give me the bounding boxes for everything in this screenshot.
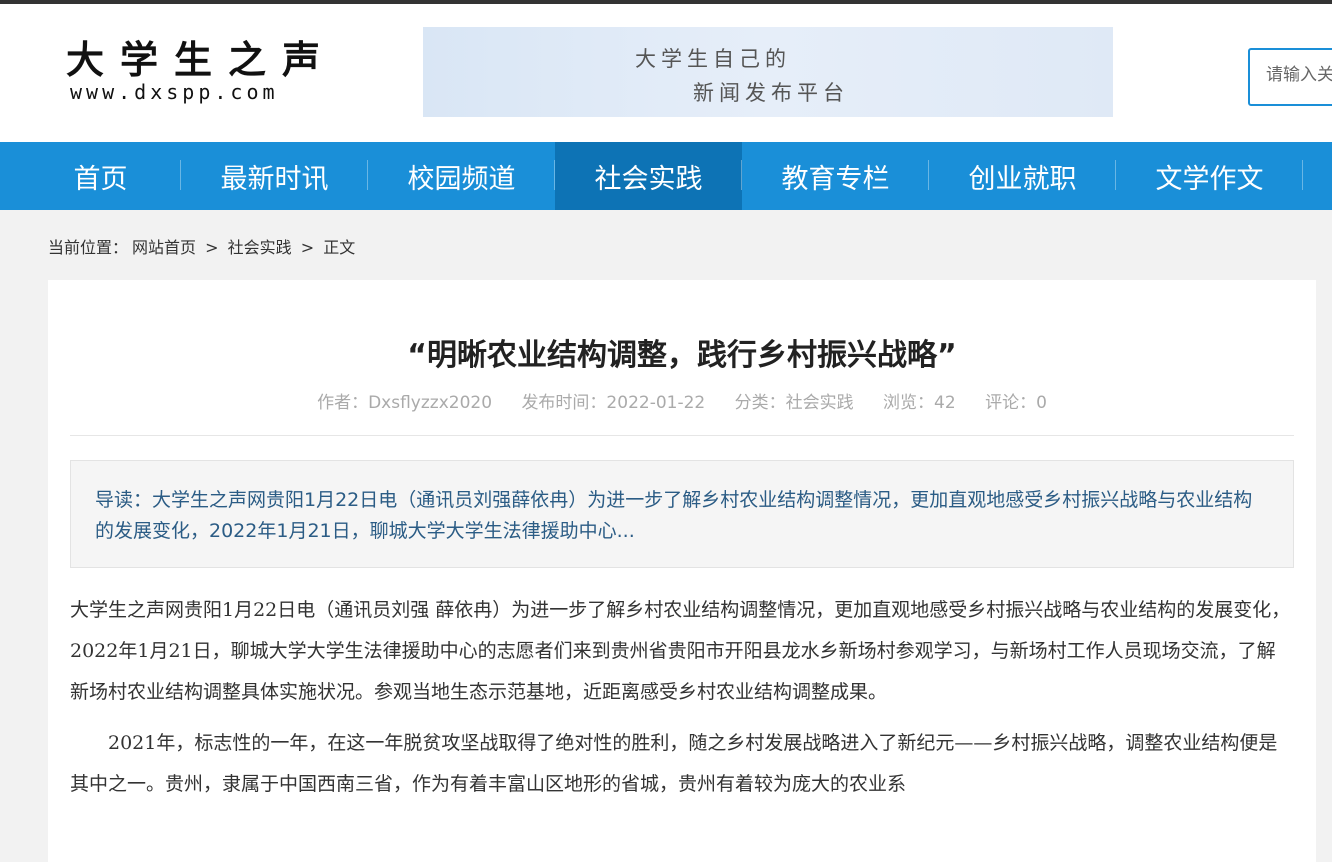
logo-title: 大学生之声 [66,38,337,82]
nav-item-education[interactable]: 教育专栏 [742,142,929,210]
breadcrumb-separator: > [205,238,219,257]
article-paragraph: 大学生之声网贵阳1月22日电（通讯员刘强 薛依冉）为进一步了解乡村农业结构调整情… [70,599,1291,703]
meta-category: 分类：社会实践 [734,393,854,413]
breadcrumb-current: 正文 [323,238,356,257]
breadcrumb-home-link[interactable]: 网站首页 [132,238,196,257]
logo-url: www.dxspp.com [70,80,279,104]
breadcrumb-separator: > [300,238,315,257]
site-header: 大学生之声 www.dxspp.com 大学生自己的 新闻发布平台 [0,4,1332,142]
search-input[interactable] [1266,65,1332,85]
nav-item-latest-news[interactable]: 最新时讯 [181,142,368,210]
article-meta: 作者：Dxsflyzzx2020 发布时间：2022-01-22 分类：社会实践… [48,388,1316,413]
article-lead: 导读：大学生之声网贵阳1月22日电（通讯员刘强薛依冉）为进一步了解乡村农业结构调… [70,460,1294,568]
nav-item-social-practice[interactable]: 社会实践 [555,142,742,210]
main-nav: 首页 最新时讯 校园频道 社会实践 教育专栏 创业就职 文学作文 [0,142,1332,210]
meta-views: 浏览：42 [883,393,956,413]
meta-author: 作者：Dxsflyzzx2020 [317,393,493,413]
nav-item-career[interactable]: 创业就职 [929,142,1116,210]
banner-slogan-line1: 大学生自己的 [635,47,791,71]
article-title: “明晰农业结构调整，践行乡村振兴战略” [407,338,957,373]
article-paragraph: 2021年，标志性的一年，在这一年脱贫攻坚战取得了绝对性的胜利，随之乡村发展战略… [70,732,1278,795]
breadcrumb-prefix: 当前位置： [48,238,129,257]
article-card: “明晰农业结构调整，践行乡村振兴战略” 作者：Dxsflyzzx2020 发布时… [48,280,1316,862]
breadcrumb: 当前位置： 网站首页 > 社会实践 > 正文 [48,234,359,258]
nav-item-literature[interactable]: 文学作文 [1116,142,1303,210]
nav-item-home[interactable]: 首页 [20,142,181,210]
title-divider [70,435,1294,436]
nav-item-campus[interactable]: 校园频道 [368,142,555,210]
article-body: 大学生之声网贵阳1月22日电（通讯员刘强 薛依冉）为进一步了解乡村农业结构调整情… [70,590,1294,815]
search-box [1248,48,1332,106]
breadcrumb-category-link[interactable]: 社会实践 [228,238,292,257]
site-logo[interactable]: 大学生之声 www.dxspp.com [66,40,336,104]
meta-comments: 评论：0 [985,393,1047,413]
meta-date: 发布时间：2022-01-22 [521,393,706,413]
header-banner: 大学生自己的 新闻发布平台 [423,27,1113,117]
banner-slogan-line2: 新闻发布平台 [693,81,849,105]
